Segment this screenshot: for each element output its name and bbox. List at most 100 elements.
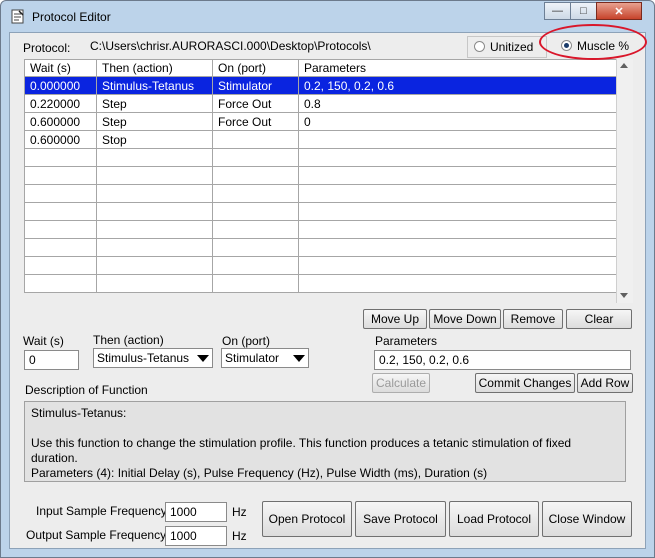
table-scrollbar[interactable] <box>616 59 633 303</box>
protocol-table[interactable]: Wait (s) Then (action) On (port) Parameters… <box>24 59 617 293</box>
table-cell[interactable] <box>298 130 617 149</box>
table-cell[interactable] <box>298 256 617 275</box>
close-window-action-button[interactable]: Close Window <box>542 501 632 537</box>
maximize-button[interactable]: □ <box>570 2 597 20</box>
load-protocol-button[interactable]: Load Protocol <box>449 501 539 537</box>
table-cell[interactable] <box>96 220 213 239</box>
wait-input[interactable]: 0 <box>24 350 79 370</box>
table-cell[interactable] <box>24 238 97 257</box>
table-cell[interactable] <box>298 202 617 221</box>
table-cell[interactable] <box>24 220 97 239</box>
table-cell[interactable]: 0 <box>298 112 617 131</box>
table-cell[interactable] <box>24 166 97 185</box>
table-cell[interactable]: 0.220000 <box>24 94 97 113</box>
table-cell[interactable] <box>298 184 617 203</box>
column-header[interactable]: On (port) <box>212 59 299 77</box>
table-row[interactable] <box>24 274 617 293</box>
table-cell[interactable]: Stop <box>96 130 213 149</box>
table-row[interactable] <box>24 184 617 203</box>
unitized-label: Unitized <box>490 40 534 54</box>
table-cell[interactable] <box>212 274 299 293</box>
table-cell[interactable]: Step <box>96 94 213 113</box>
table-row[interactable] <box>24 256 617 275</box>
output-sample-frequency-label: Output Sample Frequency <box>26 528 167 542</box>
table-cell[interactable] <box>96 202 213 221</box>
table-row[interactable]: 0.220000 Step Force Out 0.8 <box>24 94 617 113</box>
table-cell[interactable] <box>298 148 617 167</box>
table-cell[interactable] <box>298 238 617 257</box>
table-row[interactable] <box>24 238 617 257</box>
table-cell[interactable] <box>96 184 213 203</box>
column-header[interactable]: Then (action) <box>96 59 213 77</box>
save-protocol-button[interactable]: Save Protocol <box>355 501 446 537</box>
table-cell[interactable] <box>212 238 299 257</box>
column-header[interactable]: Wait (s) <box>24 59 97 77</box>
table-row[interactable]: 0.600000 Stop <box>24 130 617 149</box>
table-row[interactable] <box>24 148 617 167</box>
table-cell[interactable] <box>298 166 617 185</box>
table-cell[interactable]: Force Out <box>212 94 299 113</box>
table-cell[interactable] <box>212 220 299 239</box>
parameters-input[interactable]: 0.2, 150, 0.2, 0.6 <box>374 350 631 370</box>
table-cell[interactable] <box>212 256 299 275</box>
table-cell[interactable]: Step <box>96 112 213 131</box>
table-cell[interactable] <box>212 202 299 221</box>
scroll-up-icon[interactable] <box>620 63 628 68</box>
table-cell[interactable] <box>96 274 213 293</box>
table-cell[interactable] <box>24 202 97 221</box>
table-cell[interactable] <box>96 238 213 257</box>
column-header[interactable]: Parameters <box>298 59 617 77</box>
table-cell[interactable] <box>298 274 617 293</box>
table-cell[interactable] <box>212 130 299 149</box>
unitized-radio[interactable] <box>474 41 485 52</box>
table-row[interactable]: 0.600000 Step Force Out 0 <box>24 112 617 131</box>
table-row[interactable]: 0.000000 Stimulus-Tetanus Stimulator 0.2, 1… <box>24 76 617 95</box>
description-title: Stimulus-Tetanus: <box>31 406 127 420</box>
table-cell[interactable] <box>96 256 213 275</box>
table-cell[interactable]: 0.000000 <box>24 76 97 95</box>
scroll-down-icon[interactable] <box>620 293 628 298</box>
table-cell[interactable] <box>96 166 213 185</box>
clear-button[interactable]: Clear <box>566 309 632 329</box>
table-cell[interactable] <box>96 148 213 167</box>
move-up-button[interactable]: Move Up <box>363 309 427 329</box>
protocol-editor-window: Protocol Editor — □ ✕ Protocol: C:\Users… <box>0 0 655 558</box>
table-cell[interactable]: 0.2, 150, 0.2, 0.6 <box>298 76 617 95</box>
input-sample-frequency-field[interactable]: 1000 <box>165 502 227 522</box>
open-protocol-button[interactable]: Open Protocol <box>262 501 352 537</box>
table-cell[interactable]: Stimulus-Tetanus <box>96 76 213 95</box>
output-sample-frequency-field[interactable]: 1000 <box>165 526 227 546</box>
table-cell[interactable] <box>212 166 299 185</box>
table-cell[interactable]: 0.8 <box>298 94 617 113</box>
table-cell[interactable] <box>212 184 299 203</box>
chevron-down-icon <box>293 355 305 362</box>
port-select[interactable]: Stimulator <box>221 348 309 368</box>
action-select[interactable]: Stimulus-Tetanus <box>93 348 213 368</box>
close-window-button[interactable]: ✕ <box>596 2 642 20</box>
commit-changes-button[interactable]: Commit Changes <box>475 373 575 393</box>
table-row[interactable] <box>24 202 617 221</box>
table-cell[interactable] <box>24 148 97 167</box>
table-cell[interactable] <box>212 148 299 167</box>
unitized-option[interactable]: Unitized <box>467 36 547 58</box>
table-cell[interactable] <box>24 184 97 203</box>
table-cell[interactable]: Stimulator <box>212 76 299 95</box>
add-row-button[interactable]: Add Row <box>577 373 633 393</box>
table-cell[interactable]: 0.600000 <box>24 130 97 149</box>
move-down-button[interactable]: Move Down <box>429 309 501 329</box>
remove-button[interactable]: Remove <box>503 309 563 329</box>
action-label: Then (action) <box>93 333 164 347</box>
app-icon <box>11 9 24 24</box>
table-row[interactable] <box>24 220 617 239</box>
minimize-button[interactable]: — <box>544 2 571 20</box>
table-cell[interactable]: Force Out <box>212 112 299 131</box>
table-row[interactable] <box>24 166 617 185</box>
table-cell[interactable]: 0.600000 <box>24 112 97 131</box>
table-cell[interactable] <box>298 220 617 239</box>
protocol-label: Protocol: <box>23 41 71 55</box>
table-cell[interactable] <box>24 256 97 275</box>
action-select-value: Stimulus-Tetanus <box>97 351 190 365</box>
table-cell[interactable] <box>24 274 97 293</box>
calculate-button[interactable]: Calculate <box>372 373 430 393</box>
chevron-down-icon <box>197 355 209 362</box>
